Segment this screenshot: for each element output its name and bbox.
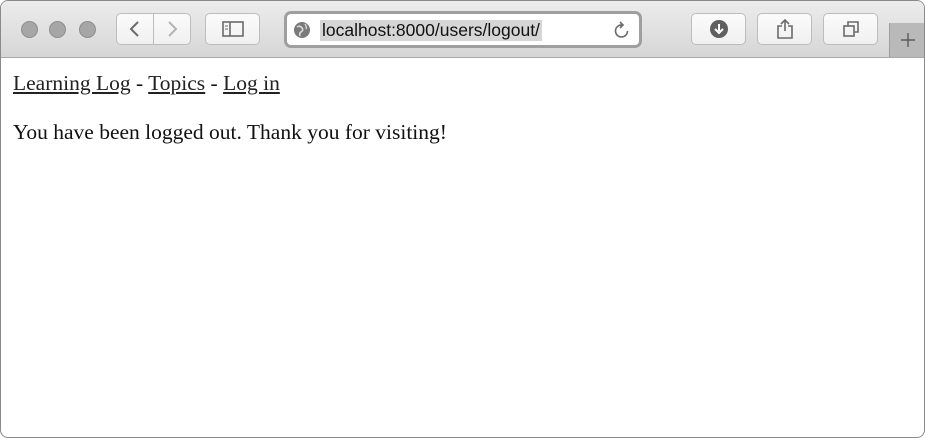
downloads-button[interactable] — [691, 13, 746, 45]
chevron-left-icon — [129, 21, 139, 37]
login-link[interactable]: Log in — [223, 71, 280, 95]
back-button[interactable] — [116, 13, 154, 45]
address-bar[interactable]: localhost:8000/users/logout/ — [284, 11, 642, 48]
globe-icon — [294, 22, 310, 38]
sidebar-button[interactable] — [205, 13, 260, 45]
nav-separator: - — [130, 71, 149, 95]
download-icon — [709, 20, 728, 38]
chevron-right-icon — [168, 21, 178, 37]
site-nav: Learning Log - Topics - Log in — [13, 67, 924, 99]
nav-separator: - — [205, 71, 224, 95]
forward-button[interactable] — [153, 13, 191, 45]
share-button[interactable] — [757, 13, 812, 45]
minimize-icon[interactable] — [49, 21, 66, 38]
tabs-overview-button[interactable] — [823, 13, 878, 45]
browser-window: localhost:8000/users/logout/ Learning Lo… — [0, 0, 925, 438]
share-icon — [776, 18, 793, 39]
close-icon[interactable] — [21, 21, 38, 38]
topics-link[interactable]: Topics — [148, 71, 205, 95]
sidebar-icon — [221, 21, 244, 37]
plus-icon — [900, 33, 915, 47]
logout-message: You have been logged out. Thank you for … — [13, 120, 447, 144]
tabs-overview-icon — [842, 21, 859, 37]
reload-icon[interactable] — [613, 20, 631, 40]
learning-log-link[interactable]: Learning Log — [13, 71, 131, 95]
url-text[interactable]: localhost:8000/users/logout/ — [320, 20, 542, 41]
page-content: Learning Log - Topics - Log in You have … — [13, 67, 924, 147]
browser-toolbar: localhost:8000/users/logout/ — [1, 1, 924, 58]
zoom-icon[interactable] — [79, 21, 96, 38]
new-tab-button[interactable] — [889, 23, 924, 57]
